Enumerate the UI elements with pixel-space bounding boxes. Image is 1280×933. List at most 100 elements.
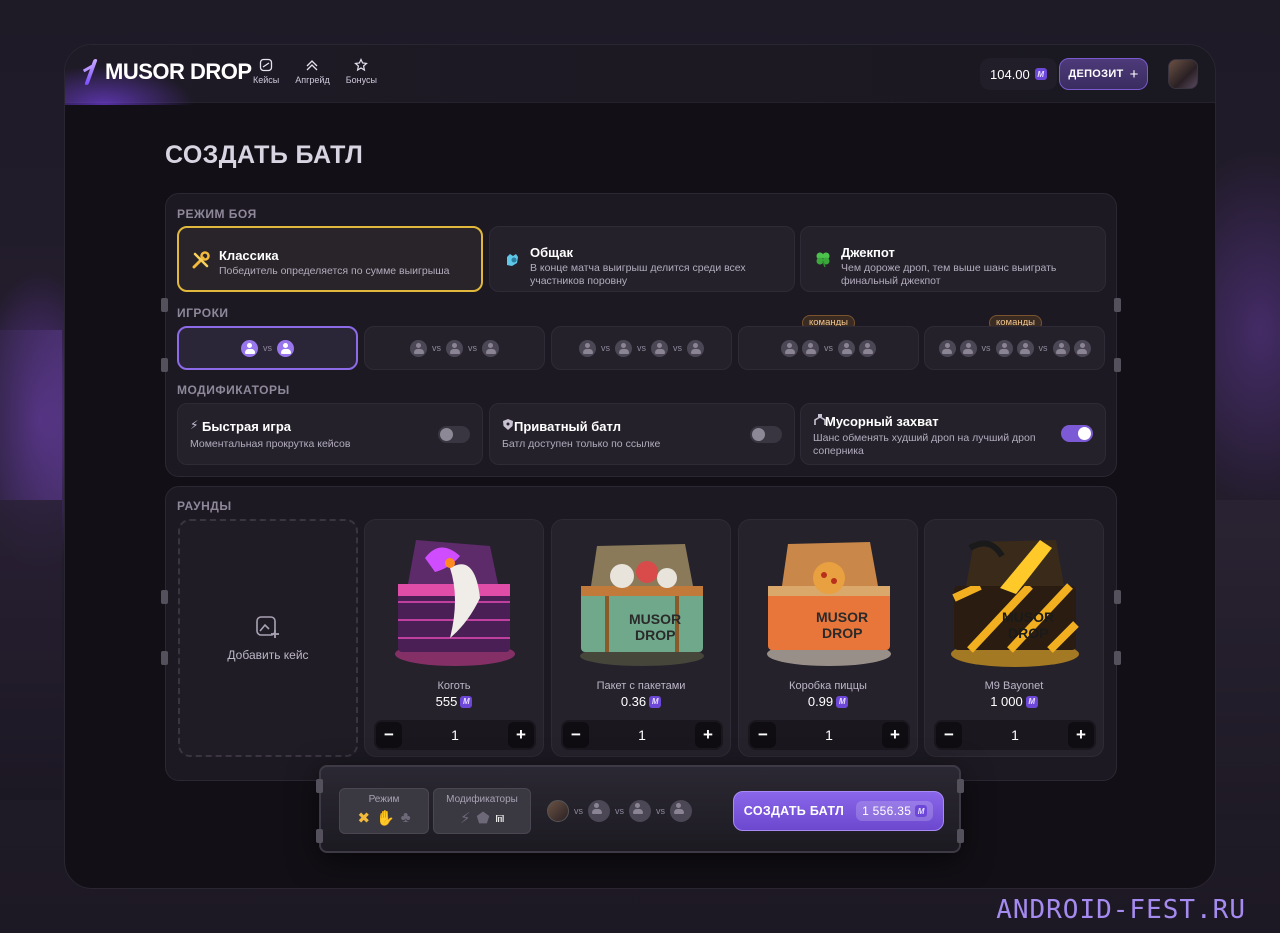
claw-icon: ⩎: [495, 809, 505, 826]
lightning-icon: ⚡: [190, 418, 199, 432]
mode-option-split[interactable]: Общак В конце матча выигрыш делится сред…: [489, 226, 795, 292]
app-window: MUSOR DROP Кейсы Апгрейд Бонусы 104.00 M…: [64, 44, 1216, 889]
user-icon: [687, 339, 704, 357]
user-icon: [938, 339, 956, 357]
user-icon: [629, 800, 651, 822]
plus-icon: +: [1129, 65, 1139, 83]
decrement-button[interactable]: −: [936, 722, 962, 748]
players-option-2v2[interactable]: vs: [738, 326, 919, 370]
increment-button[interactable]: +: [694, 722, 721, 748]
modifier-fast-game[interactable]: ⚡ Быстрая игра Моментальная прокрутка ке…: [177, 403, 483, 465]
lightning-icon: ⚡: [459, 810, 471, 827]
quantity-stepper: − 1 +: [561, 720, 723, 750]
shield-icon: ⬟: [476, 810, 490, 827]
summary-players: vs vs vs: [547, 800, 692, 822]
modifier-private-battle[interactable]: Приватный батл Батл доступен только по с…: [489, 403, 795, 465]
add-image-icon: [256, 616, 279, 638]
svg-text:MUSOR: MUSOR: [816, 609, 868, 625]
add-case-button[interactable]: Добавить кейс: [178, 519, 358, 757]
tools-icon: ✖: [357, 810, 371, 827]
players-option-1v1v1v1[interactable]: vs vs vs: [551, 326, 732, 370]
summary-modifiers[interactable]: Модификаторы ⚡ ⬟ ⩎: [433, 788, 531, 834]
frame-hinge: [1114, 651, 1121, 665]
decrement-button[interactable]: −: [563, 722, 589, 748]
summary-mode[interactable]: Режим ✖ ✋ ♣: [339, 788, 429, 834]
players-option-1v1[interactable]: vs: [177, 326, 358, 370]
avatar: [547, 800, 569, 822]
players-option-1v1v1[interactable]: vs vs: [364, 326, 545, 370]
decrement-button[interactable]: −: [750, 722, 776, 748]
main-nav: Кейсы Апгрейд Бонусы: [253, 58, 377, 85]
hand-icon: ✋: [376, 810, 395, 827]
quantity-stepper: − 1 +: [374, 720, 536, 750]
total-price: 1 556.35 M: [856, 801, 934, 821]
case-card-m9-bayonet[interactable]: MUSOR DROP M9 Bayonet 1 000 M − 1 +: [924, 519, 1104, 757]
modifier-trash-grab[interactable]: Мусорный захват Шанс обменять худший дро…: [800, 403, 1106, 465]
increment-button[interactable]: +: [881, 722, 908, 748]
svg-text:MUSOR: MUSOR: [1002, 609, 1054, 625]
svg-text:DROP: DROP: [1008, 625, 1048, 641]
frame-hinge: [316, 779, 323, 793]
coin-icon: M: [1025, 695, 1038, 708]
coin-icon: M: [460, 695, 473, 708]
clover-icon: ♣: [400, 809, 411, 826]
case-card-claw[interactable]: Коготь 555 M − 1 +: [364, 519, 544, 757]
user-icon: [446, 339, 463, 357]
user-icon: [588, 800, 610, 822]
increment-button[interactable]: +: [507, 722, 534, 748]
coin-icon: M: [1034, 68, 1047, 80]
user-icon: [651, 339, 668, 357]
logo[interactable]: MUSOR DROP: [82, 59, 252, 85]
tools-icon: [191, 250, 211, 270]
section-label-rounds: РАУНДЫ: [177, 499, 232, 513]
user-icon: [670, 800, 692, 822]
nav-item-cases[interactable]: Кейсы: [253, 58, 279, 85]
create-battle-button[interactable]: СОЗДАТЬ БАТЛ 1 556.35 M: [733, 791, 944, 831]
nav-item-bonus[interactable]: Бонусы: [346, 58, 377, 85]
frame-hinge: [316, 829, 323, 843]
user-icon: [482, 339, 499, 357]
upgrade-icon: [307, 60, 318, 71]
mode-option-jackpot[interactable]: Джекпот Чем дороже дроп, тем выше шанс в…: [800, 226, 1106, 292]
frame-hinge: [1114, 298, 1121, 312]
user-icon: [410, 339, 427, 357]
decrement-button[interactable]: −: [376, 722, 402, 748]
increment-button[interactable]: +: [1067, 722, 1094, 748]
user-icon: [579, 339, 596, 357]
user-icon: [1016, 339, 1034, 357]
user-icon: [859, 339, 876, 357]
frame-hinge: [957, 779, 964, 793]
frame-hinge: [1114, 590, 1121, 604]
nav-item-upgrade[interactable]: Апгрейд: [295, 58, 330, 85]
user-icon: [995, 339, 1013, 357]
section-label-modifiers: МОДИФИКАТОРЫ: [177, 383, 290, 397]
deposit-button[interactable]: ДЕПОЗИТ +: [1059, 58, 1148, 90]
user-icon: [277, 339, 294, 357]
section-label-players: ИГРОКИ: [177, 306, 229, 320]
case-card-bag-of-bags[interactable]: MUSOR DROP Пакет с пакетами 0.36 M − 1 +: [551, 519, 731, 757]
clover-icon: [813, 249, 833, 269]
frame-hinge: [161, 590, 168, 604]
svg-text:MUSOR: MUSOR: [629, 611, 681, 627]
mode-option-classic[interactable]: Классика Победитель определяется по сумм…: [177, 226, 483, 292]
user-icon: [781, 339, 798, 357]
cases-icon: [259, 58, 273, 72]
toggle-trash-grab[interactable]: [1061, 425, 1093, 442]
players-option-2v2v2[interactable]: vs vs: [924, 326, 1105, 370]
user-icon: [802, 339, 819, 357]
frame-hinge: [161, 298, 168, 312]
svg-text:DROP: DROP: [635, 627, 675, 643]
bonus-icon: [354, 58, 369, 72]
avatar[interactable]: [1168, 59, 1198, 89]
case-image: MUSOR DROP: [754, 528, 904, 676]
summary-bar: Режим ✖ ✋ ♣ Модификаторы ⚡ ⬟ ⩎ vs vs vs: [316, 765, 964, 853]
case-card-pizza-box[interactable]: MUSOR DROP Коробка пиццы 0.99 M − 1 +: [738, 519, 918, 757]
toggle-fast-game[interactable]: [438, 426, 470, 443]
frame-hinge: [161, 651, 168, 665]
balance-display: 104.00 M: [980, 58, 1057, 90]
toggle-private-battle[interactable]: [750, 426, 782, 443]
logo-text: MUSOR DROP: [105, 59, 252, 84]
case-image: [380, 528, 530, 676]
user-icon: [615, 339, 632, 357]
header: MUSOR DROP Кейсы Апгрейд Бонусы 104.00 M…: [65, 45, 1215, 105]
